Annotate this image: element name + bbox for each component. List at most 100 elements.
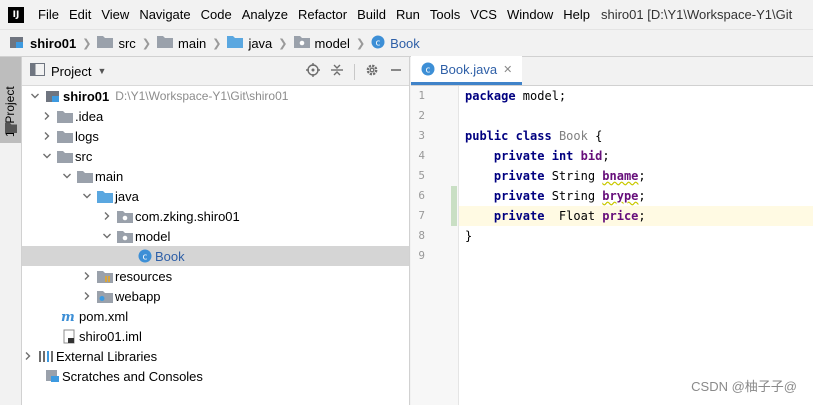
chevron-right-icon[interactable] (81, 270, 93, 282)
code-line: private String brype; (493, 189, 646, 203)
line-number: 1 (418, 89, 425, 102)
menu-view[interactable]: View (96, 0, 134, 29)
menu-help[interactable]: Help (558, 0, 595, 29)
breadcrumb-item-model[interactable]: model ❯ (293, 35, 372, 51)
code-area[interactable]: package model; public class Book { priva… (459, 86, 813, 405)
project-view-selector[interactable]: Project (51, 64, 91, 79)
tab-book-java[interactable]: c Book.java ✕ (411, 56, 523, 85)
project-tool-window-tab[interactable]: 1: Project (0, 57, 21, 143)
tree-item-src[interactable]: src (22, 146, 409, 166)
chevron-right-icon[interactable] (41, 130, 53, 142)
tree-item-label: .idea (75, 108, 104, 124)
menu-build[interactable]: Build (352, 0, 391, 29)
line-number: 6 (418, 189, 425, 202)
breadcrumb-item-main[interactable]: main ❯ (157, 35, 227, 51)
source-folder-icon (227, 35, 244, 51)
menu-analyze[interactable]: Analyze (237, 0, 293, 29)
tree-item-com-zking-shiro01[interactable]: com.zking.shiro01 (22, 206, 409, 226)
tree-item-model[interactable]: model (22, 226, 409, 246)
editor: c Book.java ✕ 1 2 3 4 5 6 7 8 9 package … (411, 56, 813, 405)
folder-icon (97, 35, 114, 51)
tree-item-webapp[interactable]: webapp (22, 286, 409, 306)
editor-gutter: 1 2 3 4 5 6 7 8 9 (411, 86, 459, 405)
menu-tools[interactable]: Tools (425, 0, 465, 29)
tree-item-label: shiro01.iml (79, 328, 142, 344)
line-number: 2 (418, 109, 425, 122)
chevron-right-icon[interactable] (101, 210, 113, 222)
chevron-down-icon[interactable] (101, 230, 113, 242)
menu-file[interactable]: File (33, 0, 64, 29)
collapse-all-icon[interactable] (330, 63, 344, 80)
chevron-right-icon: ❯ (141, 37, 152, 50)
menu-run[interactable]: Run (391, 0, 425, 29)
menu-edit[interactable]: Edit (64, 0, 96, 29)
code-line-current: private Float price; (459, 206, 813, 226)
module-icon (10, 35, 25, 52)
svg-text:c: c (426, 66, 431, 76)
tree-item-label: src (75, 148, 93, 164)
chevron-down-icon[interactable] (41, 150, 53, 162)
chevron-right-icon: ❯ (212, 37, 222, 50)
minimize-icon[interactable] (389, 63, 403, 80)
project-tree: shiro01 D:\Y1\Workspace-Y1\Git\shiro01 .… (22, 86, 409, 386)
close-icon[interactable]: ✕ (503, 63, 512, 76)
breadcrumb-label: main (178, 35, 207, 51)
class-icon: c (421, 62, 435, 76)
tree-item-label: pom.xml (79, 308, 129, 324)
tree-item-logs[interactable]: logs (22, 126, 409, 146)
chevron-right-icon[interactable] (41, 110, 53, 122)
gear-icon[interactable] (365, 63, 379, 80)
tree-item-label: com.zking.shiro01 (135, 208, 240, 224)
chevron-down-icon[interactable]: ▼ (97, 66, 106, 76)
menu-refactor[interactable]: Refactor (293, 0, 352, 29)
menu-window[interactable]: Window (502, 0, 558, 29)
menu-code[interactable]: Code (196, 0, 237, 29)
tree-item-java[interactable]: java (22, 186, 409, 206)
module-path: D:\Y1\Workspace-Y1\Git\shiro01 (115, 89, 289, 103)
tree-item-label: logs (75, 128, 99, 144)
tree-item-resources[interactable]: resources (22, 266, 409, 286)
class-icon: c (137, 248, 153, 264)
folder-icon (57, 148, 73, 164)
menu-navigate[interactable]: Navigate (134, 0, 195, 29)
resources-folder-icon (97, 268, 113, 284)
left-tool-stripe: 1: Project (0, 57, 22, 405)
svg-text:m: m (61, 310, 75, 323)
locate-icon[interactable] (306, 63, 320, 80)
tree-item-idea[interactable]: .idea (22, 106, 409, 126)
chevron-down-icon[interactable] (61, 170, 73, 182)
line-number: 9 (418, 249, 425, 262)
breadcrumb-item-book[interactable]: c Book (371, 35, 420, 52)
tree-item-book[interactable]: c Book (22, 246, 409, 266)
chevron-right-icon[interactable] (22, 350, 34, 362)
breadcrumb-item-java[interactable]: java ❯ (227, 35, 293, 51)
tree-item-label: resources (115, 268, 173, 284)
breadcrumb-item-project[interactable]: shiro01 ❯ (10, 35, 97, 52)
web-folder-icon (97, 288, 113, 304)
line-number: 4 (418, 149, 425, 162)
chevron-right-icon[interactable] (81, 290, 93, 302)
module-icon (45, 88, 61, 104)
tree-item-shiro01-iml[interactable]: shiro01.iml (22, 326, 409, 346)
class-icon: c (371, 35, 385, 52)
chevron-down-icon[interactable] (29, 90, 41, 102)
scratches-icon (44, 368, 60, 384)
maven-icon: m (61, 308, 77, 324)
tree-item-pom-xml[interactable]: m pom.xml (22, 306, 409, 326)
project-panel-header: Project ▼ (22, 57, 409, 86)
tree-item-external-libraries[interactable]: External Libraries (22, 346, 409, 366)
tree-item-scratches[interactable]: Scratches and Consoles (22, 366, 409, 386)
vcs-change-marker[interactable] (451, 186, 457, 226)
chevron-down-icon[interactable] (81, 190, 93, 202)
package-icon (293, 35, 310, 51)
breadcrumb-item-src[interactable]: src ❯ (97, 35, 157, 51)
code-line: private String bname; (493, 169, 646, 183)
breadcrumb-label: shiro01 (30, 35, 77, 51)
tree-item-shiro01[interactable]: shiro01 D:\Y1\Workspace-Y1\Git\shiro01 (22, 86, 409, 106)
package-icon (117, 228, 133, 244)
code-line: package model; (465, 89, 567, 103)
tree-item-main[interactable]: main (22, 166, 409, 186)
menu-vcs[interactable]: VCS (465, 0, 502, 29)
